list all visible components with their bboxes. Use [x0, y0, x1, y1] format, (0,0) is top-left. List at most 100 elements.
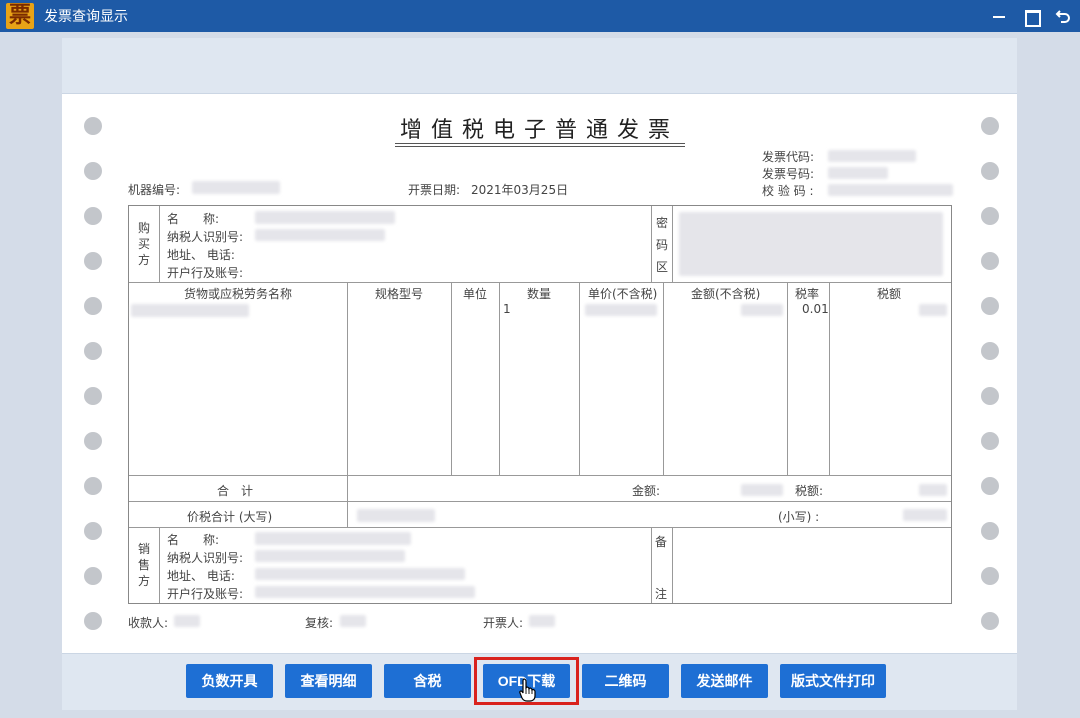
perforation-hole	[84, 252, 102, 270]
column-header: 税率	[795, 285, 819, 302]
seller-address-label: 地址、 电话:	[167, 567, 235, 584]
view-detail-button[interactable]: 查看明细	[285, 664, 372, 698]
buyer-address-label: 地址、 电话:	[167, 246, 235, 263]
seller-name-value	[255, 532, 411, 545]
table-divider	[579, 282, 580, 475]
issue-date-label: 开票日期:	[408, 181, 460, 198]
seller-side-label: 销售方	[137, 541, 151, 589]
buyer-side-label: 购买方	[137, 220, 151, 268]
tax-inclusive-button[interactable]: 含税	[384, 664, 471, 698]
perforation-hole	[981, 522, 999, 540]
title-underline	[395, 143, 685, 144]
seller-bank-label: 开户行及账号:	[167, 585, 243, 602]
perforation-hole	[84, 567, 102, 585]
drawer-label: 开票人:	[483, 614, 523, 631]
total-amount-value	[741, 484, 783, 496]
reviewer-label: 复核:	[305, 614, 333, 631]
table-divider	[672, 206, 673, 282]
perforation-hole	[981, 342, 999, 360]
perforation-hole	[84, 432, 102, 450]
invoice-code-value	[828, 150, 916, 162]
maximize-icon[interactable]	[1022, 7, 1040, 25]
perforation-hole	[84, 297, 102, 315]
qrcode-button[interactable]: 二维码	[582, 664, 669, 698]
seller-address-value	[255, 568, 465, 580]
negative-invoice-button[interactable]: 负数开具	[186, 664, 273, 698]
table-divider	[129, 527, 951, 528]
check-code-label: 校 验 码 :	[762, 182, 814, 199]
perforation-hole	[981, 207, 999, 225]
buyer-taxid-value	[255, 229, 385, 241]
perforation-hole	[981, 252, 999, 270]
buyer-taxid-label: 纳税人识别号:	[167, 228, 243, 245]
seller-taxid-value	[255, 550, 405, 562]
item-amount-value	[741, 304, 783, 316]
reviewer-value	[340, 615, 366, 627]
seller-taxid-label: 纳税人识别号:	[167, 549, 243, 566]
table-divider	[347, 282, 348, 475]
perforation-hole	[84, 612, 102, 630]
invoice-title: 增值税电子普通发票	[400, 112, 679, 144]
password-area-label: 密码区	[655, 212, 669, 278]
column-header: 金额(不含税)	[691, 285, 760, 302]
perforation-hole	[84, 387, 102, 405]
table-divider	[451, 282, 452, 475]
item-name-value	[131, 304, 249, 317]
table-divider	[672, 527, 673, 603]
item-tax-rate: 0.01	[802, 302, 829, 316]
column-header: 规格型号	[375, 285, 423, 302]
check-code-value	[828, 184, 953, 196]
panel-top-bar	[62, 38, 1017, 94]
total-amount-label: 金额:	[632, 482, 660, 499]
invoice-app-icon: 票	[6, 3, 34, 29]
table-divider	[651, 527, 652, 603]
total-label: 合 计	[217, 482, 253, 499]
item-quantity: 1	[503, 302, 511, 316]
total-tax-label: 税额:	[795, 482, 823, 499]
remark-label-top: 备	[655, 533, 667, 550]
perforation-hole	[981, 162, 999, 180]
perforation-hole	[981, 387, 999, 405]
perforation-hole	[981, 477, 999, 495]
table-divider	[159, 527, 160, 603]
perforation-hole	[84, 477, 102, 495]
grand-total-label: 价税合计 (大写)	[187, 508, 272, 525]
remark-label-bottom: 注	[655, 585, 667, 602]
perforation-hole	[981, 117, 999, 135]
title-bar: 票 发票查询显示	[0, 0, 1080, 32]
minimize-icon[interactable]	[990, 7, 1008, 25]
send-email-button[interactable]: 发送邮件	[681, 664, 768, 698]
machine-number-label: 机器编号:	[128, 181, 180, 198]
payee-value	[174, 615, 200, 627]
invoice-table: 购买方 名 称: 纳税人识别号: 地址、 电话: 开户行及账号: 密码区 货物或…	[128, 205, 952, 604]
lowercase-label: (小写) :	[778, 508, 819, 525]
machine-number-value	[192, 181, 280, 194]
column-header: 单价(不含税)	[588, 285, 657, 302]
table-divider	[663, 282, 664, 475]
perforation-hole	[981, 567, 999, 585]
perforation-hole	[84, 117, 102, 135]
issue-date-value: 2021年03月25日	[471, 181, 568, 198]
item-unit-price-value	[585, 304, 657, 316]
drawer-value	[529, 615, 555, 627]
perforation-hole	[84, 342, 102, 360]
perforation-hole	[84, 162, 102, 180]
return-icon[interactable]	[1054, 7, 1072, 25]
invoice-number-label: 发票号码:	[762, 165, 814, 182]
grand-total-lowercase-value	[903, 509, 947, 521]
table-divider	[829, 282, 830, 475]
column-header: 货物或应税劳务名称	[184, 285, 292, 302]
buyer-bank-label: 开户行及账号:	[167, 264, 243, 281]
column-header: 单位	[463, 285, 487, 302]
table-divider	[651, 206, 652, 282]
password-area-value	[679, 212, 943, 276]
perforation-hole	[981, 432, 999, 450]
table-divider	[347, 475, 348, 527]
print-layout-file-button[interactable]: 版式文件打印	[780, 664, 886, 698]
table-divider	[787, 282, 788, 475]
table-divider	[129, 501, 951, 502]
table-divider	[129, 282, 951, 283]
perforation-hole	[84, 207, 102, 225]
table-divider	[129, 475, 951, 476]
perforation-hole	[84, 522, 102, 540]
